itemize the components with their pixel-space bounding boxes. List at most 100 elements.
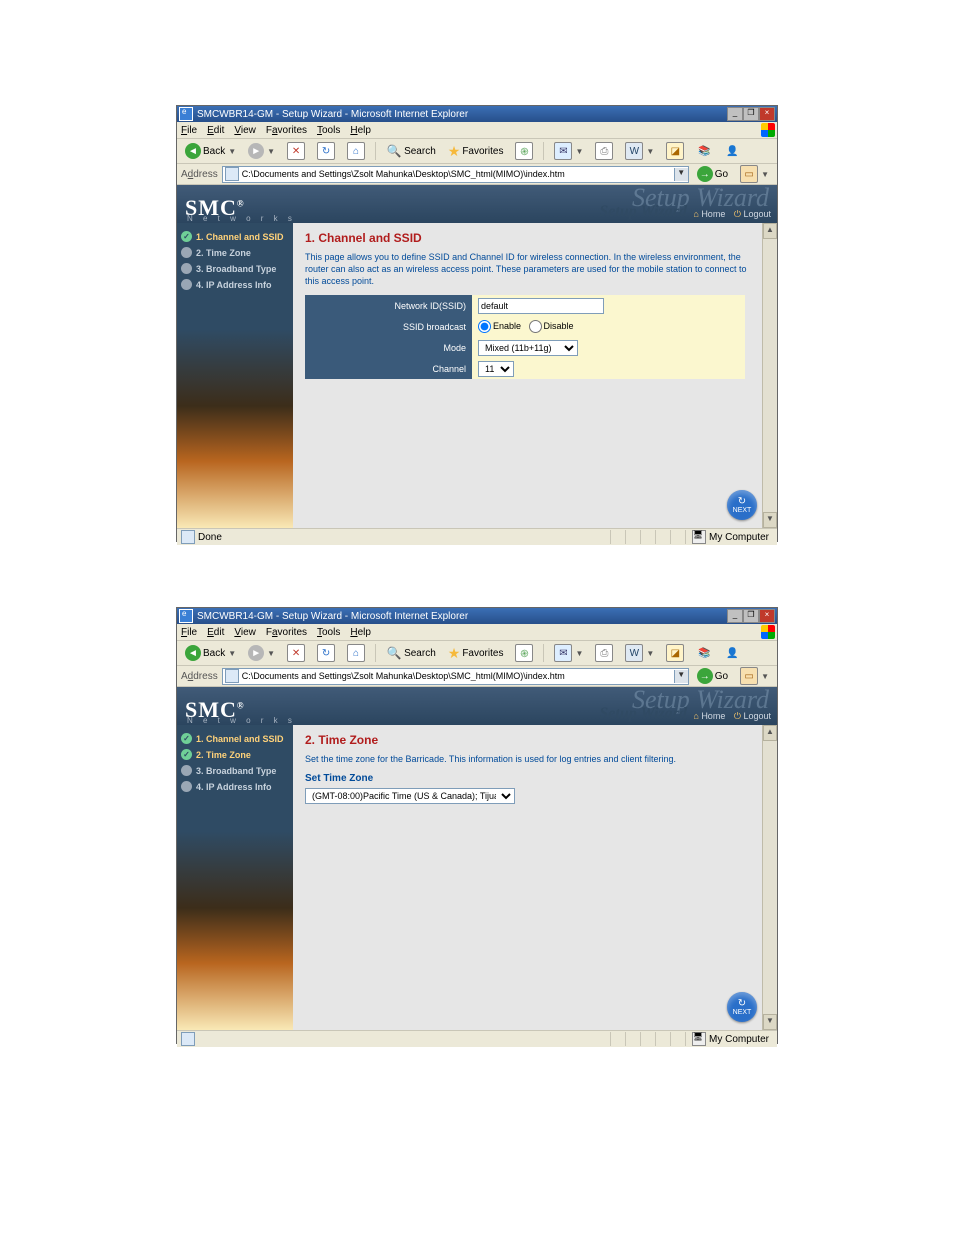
sidebar-step-4[interactable]: 4. IP Address Info: [181, 279, 289, 290]
mode-select[interactable]: Mixed (11b+11g): [478, 340, 578, 356]
favorites-button[interactable]: ★Favorites: [444, 644, 508, 662]
home-button[interactable]: ⌂: [343, 140, 369, 162]
address-combo[interactable]: C:\Documents and Settings\Zsolt Mahunka\…: [222, 166, 689, 183]
stop-button[interactable]: ✕: [283, 140, 309, 162]
mode-label: Mode: [305, 337, 472, 358]
discuss-button[interactable]: ◪: [662, 140, 688, 162]
menu-bar: FFileile Edit View Favorites Tools Help: [177, 122, 777, 139]
back-button[interactable]: ◄Back▼: [181, 141, 240, 161]
menu-edit[interactable]: Edit: [207, 125, 224, 136]
favorites-button[interactable]: ★Favorites: [444, 142, 508, 160]
channel-label: Channel: [305, 358, 472, 379]
address-dropdown-icon[interactable]: ▼: [674, 168, 688, 181]
menu-favorites[interactable]: Favorites: [266, 627, 307, 638]
vertical-scrollbar[interactable]: ▲ ▼: [762, 725, 777, 1030]
window-maximize-button[interactable]: ❐: [743, 609, 759, 623]
back-button[interactable]: ◄Back▼: [181, 643, 240, 663]
search-button[interactable]: 🔍Search: [382, 643, 440, 663]
window-minimize-button[interactable]: _: [727, 609, 743, 623]
stop-button[interactable]: ✕: [283, 642, 309, 664]
ssid-label: Network ID(SSID): [305, 295, 472, 316]
logout-link[interactable]: Logout: [734, 711, 771, 721]
menu-help[interactable]: Help: [350, 125, 371, 136]
page-icon: [225, 167, 239, 181]
step-heading: 1. Channel and SSID: [305, 231, 750, 245]
sidebar-step-3[interactable]: 3. Broadband Type: [181, 263, 289, 274]
scroll-down-icon[interactable]: ▼: [763, 1014, 777, 1030]
edit-button[interactable]: W▼: [621, 140, 658, 162]
scroll-down-icon[interactable]: ▼: [763, 512, 777, 528]
next-button[interactable]: ↻NEXT: [727, 992, 757, 1022]
menu-tools[interactable]: Tools: [317, 125, 340, 136]
print-button[interactable]: ⎙: [591, 642, 617, 664]
page-content: SMC® N e t w o r k s Setup Wizard Setup …: [177, 687, 777, 1030]
home-button[interactable]: ⌂: [343, 642, 369, 664]
menu-file[interactable]: FFileile: [181, 125, 197, 136]
home-link[interactable]: Home: [693, 209, 725, 219]
window-maximize-button[interactable]: ❐: [743, 107, 759, 121]
links-button[interactable]: ▭▼: [736, 665, 773, 687]
search-button[interactable]: 🔍Search: [382, 141, 440, 161]
research-button[interactable]: 📚: [692, 141, 716, 161]
sidebar-step-4[interactable]: 4. IP Address Info: [181, 781, 289, 792]
next-button[interactable]: ↻NEXT: [727, 490, 757, 520]
forward-button[interactable]: ►▼: [244, 643, 279, 663]
menu-view[interactable]: View: [234, 125, 256, 136]
window-close-button[interactable]: ×: [759, 609, 775, 623]
forward-button[interactable]: ►▼: [244, 141, 279, 161]
go-button[interactable]: →Go: [693, 164, 732, 184]
print-button[interactable]: ⎙: [591, 140, 617, 162]
timezone-select[interactable]: (GMT-08:00)Pacific Time (US & Canada); T…: [305, 788, 515, 804]
sidebar-step-1[interactable]: 1. Channel and SSID: [181, 733, 289, 744]
menu-file[interactable]: File: [181, 627, 197, 638]
menu-bar: File Edit View Favorites Tools Help: [177, 624, 777, 641]
mail-button[interactable]: ✉▼: [550, 140, 587, 162]
discuss-button[interactable]: ◪: [662, 642, 688, 664]
ssid-input[interactable]: [478, 298, 604, 314]
menu-view[interactable]: View: [234, 627, 256, 638]
history-button[interactable]: ֎: [511, 140, 537, 162]
sidebar-step-1[interactable]: 1. Channel and SSID: [181, 231, 289, 242]
vertical-scrollbar[interactable]: ▲ ▼: [762, 223, 777, 528]
smc-networks-text: N e t w o r k s: [187, 214, 296, 223]
research-button[interactable]: 📚: [692, 643, 716, 663]
sidebar-step-3[interactable]: 3. Broadband Type: [181, 765, 289, 776]
broadcast-disable-radio[interactable]: Disable: [529, 321, 574, 331]
security-zone: My Computer: [685, 1032, 775, 1046]
address-combo[interactable]: C:\Documents and Settings\Zsolt Mahunka\…: [222, 668, 689, 685]
refresh-button[interactable]: ↻: [313, 642, 339, 664]
address-text: C:\Documents and Settings\Zsolt Mahunka\…: [242, 169, 674, 179]
page-content: SMC® N e t w o r k s Setup Wizard Setup …: [177, 185, 777, 528]
standard-toolbar: ◄Back▼ ►▼ ✕ ↻ ⌂ 🔍Search ★Favorites ֎ ✉▼ …: [177, 139, 777, 164]
menu-edit[interactable]: Edit: [207, 627, 224, 638]
ie-window-1: SMCWBR14-GM - Setup Wizard - Microsoft I…: [176, 105, 778, 542]
status-bar: Done My Computer: [177, 528, 777, 545]
logout-link[interactable]: Logout: [734, 209, 771, 219]
mail-button[interactable]: ✉▼: [550, 642, 587, 664]
page-header: SMC® N e t w o r k s Setup Wizard Setup …: [177, 185, 777, 223]
sidebar-step-2[interactable]: 2. Time Zone: [181, 749, 289, 760]
sidebar-step-2[interactable]: 2. Time Zone: [181, 247, 289, 258]
scroll-up-icon[interactable]: ▲: [763, 725, 777, 741]
edit-button[interactable]: W▼: [621, 642, 658, 664]
menu-help[interactable]: Help: [350, 627, 371, 638]
window-close-button[interactable]: ×: [759, 107, 775, 121]
messenger-button[interactable]: 👤: [720, 141, 744, 161]
home-link[interactable]: Home: [693, 711, 725, 721]
go-button[interactable]: →Go: [693, 666, 732, 686]
menu-favorites[interactable]: Favorites: [266, 125, 307, 136]
channel-select[interactable]: 11: [478, 361, 514, 377]
refresh-button[interactable]: ↻: [313, 140, 339, 162]
broadcast-enable-radio[interactable]: Enable: [478, 321, 521, 331]
window-titlebar[interactable]: SMCWBR14-GM - Setup Wizard - Microsoft I…: [177, 608, 777, 624]
scroll-up-icon[interactable]: ▲: [763, 223, 777, 239]
history-button[interactable]: ֎: [511, 642, 537, 664]
window-minimize-button[interactable]: _: [727, 107, 743, 121]
status-text: Done: [179, 530, 610, 544]
messenger-button[interactable]: 👤: [720, 643, 744, 663]
window-titlebar[interactable]: SMCWBR14-GM - Setup Wizard - Microsoft I…: [177, 106, 777, 122]
address-dropdown-icon[interactable]: ▼: [674, 670, 688, 683]
status-page-icon: [181, 1032, 195, 1046]
menu-tools[interactable]: Tools: [317, 627, 340, 638]
links-button[interactable]: ▭▼: [736, 163, 773, 185]
